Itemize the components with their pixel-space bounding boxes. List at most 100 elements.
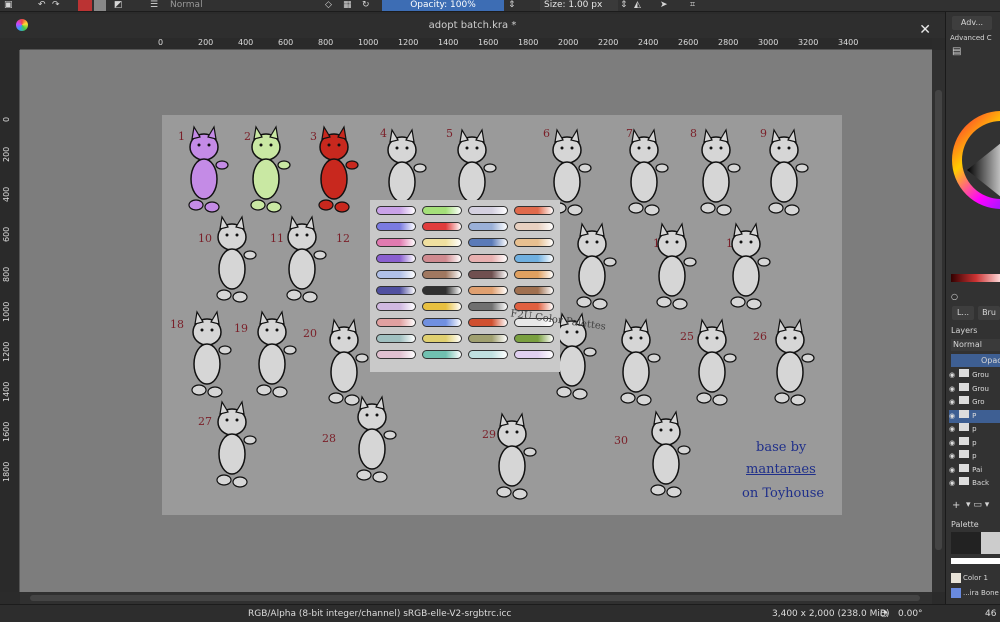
eraser-icon[interactable]: ◇ <box>325 0 332 11</box>
layer-item[interactable]: ◉ Pai <box>949 463 1000 477</box>
palette-chip <box>376 238 416 247</box>
color1-label: Color 1 <box>963 574 988 582</box>
save-icon[interactable]: ▣ <box>4 0 13 11</box>
reload-preset-icon[interactable]: ↻ <box>362 0 370 11</box>
layer-item[interactable]: ◉ p <box>949 423 1000 436</box>
layer-thumbnail <box>959 450 970 458</box>
layer-thumbnail <box>959 369 970 377</box>
layer-name: Gro <box>972 398 985 406</box>
palette-chip <box>468 350 508 359</box>
eye-icon[interactable]: ◉ <box>949 371 955 379</box>
brush-size-slider[interactable]: Size: 1.00 px <box>540 0 618 11</box>
critter-base-sketch <box>191 310 232 398</box>
critter-base-sketch <box>656 222 697 310</box>
horizontal-scrollbar[interactable] <box>20 592 932 604</box>
tab-brushes[interactable]: Bru <box>978 306 1000 320</box>
rotation-icon[interactable]: ◔ <box>880 609 888 619</box>
ruler-tick-label: 2600 <box>678 38 699 47</box>
palette-swatches[interactable] <box>951 532 1000 554</box>
copy-layer-icon[interactable]: ▾ ▭ ▾ <box>966 500 989 510</box>
swap-colors-icon[interactable]: ◩ <box>114 0 123 11</box>
layer-item[interactable]: ◉ p <box>949 450 1000 463</box>
layer-item[interactable]: ◉ Grou <box>949 369 1000 382</box>
eye-icon[interactable]: ◉ <box>949 412 955 420</box>
settings-icon[interactable]: ▤ <box>952 46 961 57</box>
palette-chip <box>422 302 462 311</box>
bg-color-swatch[interactable] <box>94 0 106 11</box>
wrap-icon[interactable]: ➤ <box>660 0 668 11</box>
krita-logo-icon <box>16 19 28 31</box>
palette-chip <box>376 334 416 343</box>
zoom-value[interactable]: 46 <box>985 609 996 619</box>
size-spin-icon[interactable]: ⇕ <box>620 0 628 11</box>
ruler-tick-label: 800 <box>2 266 11 282</box>
critter-base-sketch <box>356 395 397 483</box>
palette-chip <box>468 318 508 327</box>
eye-icon[interactable]: ◉ <box>949 479 955 487</box>
layer-name: p <box>972 425 977 433</box>
palette-chip <box>514 206 554 215</box>
layer-blend-select[interactable]: Normal <box>951 339 1000 351</box>
blend-mode-select[interactable]: Normal <box>170 0 203 11</box>
color-slider[interactable] <box>951 274 1000 282</box>
color-wheel[interactable] <box>951 100 1000 220</box>
ruler-tick-label: 2400 <box>638 38 659 47</box>
critter-base-sketch <box>576 222 617 310</box>
eye-icon[interactable]: ◉ <box>949 385 955 393</box>
eye-icon[interactable]: ◉ <box>949 398 955 406</box>
palette-chip <box>514 222 554 231</box>
opacity-spin-icon[interactable]: ⇕ <box>508 0 516 11</box>
image-dimensions: 3,400 x 2,000 (238.0 MiB) <box>772 609 890 619</box>
critter-base-sketch <box>496 412 537 500</box>
adopt-number: 12 <box>336 232 350 245</box>
critter-base-sketch <box>700 128 741 216</box>
eye-icon[interactable]: ◉ <box>949 425 955 433</box>
palette-chip <box>468 270 508 279</box>
rotation-value[interactable]: 0.00° <box>898 609 923 619</box>
palette-chip <box>422 206 462 215</box>
layer-item[interactable]: ◉ Gro <box>949 396 1000 409</box>
add-layer-icon[interactable]: + <box>952 500 960 511</box>
mirror-icon[interactable]: ◭ <box>634 0 641 11</box>
fg-color-swatch[interactable] <box>78 0 92 11</box>
palette-name[interactable]: ...ira Bone <box>963 589 999 597</box>
critter-base-sketch <box>774 318 815 406</box>
eye-icon[interactable]: ◉ <box>949 439 955 447</box>
tab-advanced-color[interactable]: Adv... <box>952 16 992 30</box>
tool-options-bar: ▣ ↶ ↷ ◩ ☰ Normal ◇ ▦ ↻ Opacity: 100% ⇕ S… <box>0 0 1000 12</box>
color-handle-icon[interactable]: ○ <box>951 292 958 301</box>
ruler-tick-label: 1400 <box>2 381 11 402</box>
tab-layers-short[interactable]: L... <box>952 306 974 320</box>
eye-icon[interactable]: ◉ <box>949 452 955 460</box>
layer-item[interactable]: ◉ P <box>949 409 1000 423</box>
layer-thumbnail <box>959 409 970 418</box>
palette-chip <box>468 254 508 263</box>
palette-chip <box>376 286 416 295</box>
ruler-tick-label: 1800 <box>518 38 539 47</box>
palette-chip <box>376 350 416 359</box>
layer-item[interactable]: ◉ Grou <box>949 382 1000 396</box>
ruler-tick-label: 1600 <box>2 421 11 442</box>
layer-thumbnail <box>959 477 970 485</box>
status-bar: RGB/Alpha (8-bit integer/channel) sRGB-e… <box>0 604 1000 622</box>
ruler-tick-label: 400 <box>2 186 11 202</box>
redo-icon[interactable]: ↷ <box>52 0 60 11</box>
undo-icon[interactable]: ↶ <box>38 0 46 11</box>
layer-name: p <box>972 452 977 460</box>
vertical-scrollbar[interactable] <box>932 50 945 592</box>
color-palettes-reference <box>370 200 560 372</box>
credit-line-2: mantaraes <box>746 462 816 477</box>
layer-thumbnail <box>959 396 970 404</box>
crop-icon[interactable]: ⌗ <box>690 0 695 11</box>
layer-item[interactable]: ◉ Back <box>949 477 1000 490</box>
palette-chip <box>422 254 462 263</box>
eye-icon[interactable]: ◉ <box>949 466 955 474</box>
ruler-tick-label: 1000 <box>2 301 11 322</box>
opacity-slider[interactable]: Opacity: 100% <box>382 0 504 11</box>
palette-color-row[interactable] <box>951 558 1000 564</box>
ruler-tick-label: 600 <box>2 226 11 242</box>
layer-opacity-slider[interactable]: Opacit <box>951 354 1000 367</box>
palette-chip <box>376 222 416 231</box>
alpha-lock-icon[interactable]: ▦ <box>343 0 352 11</box>
layer-item[interactable]: ◉ p <box>949 436 1000 450</box>
